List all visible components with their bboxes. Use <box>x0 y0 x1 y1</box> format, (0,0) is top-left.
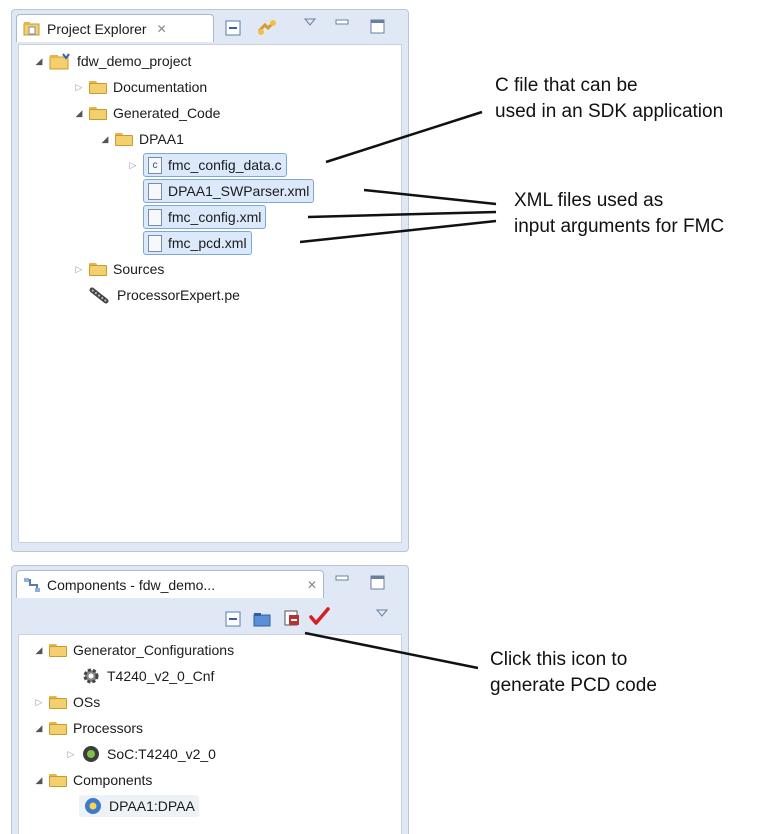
project-explorer-tree: ◢ fdw_demo_project ▷ Documentation ◢ Gen… <box>18 44 402 543</box>
folder-icon <box>49 695 67 709</box>
expanded-arrow-icon[interactable]: ◢ <box>33 56 45 67</box>
tree-item-label: Documentation <box>113 79 208 95</box>
tree-item-label: SoC:T4240_v2_0 <box>107 746 216 762</box>
folder-icon <box>49 721 67 735</box>
tree-item-label: fdw_demo_project <box>77 53 192 69</box>
tree-item-fdw-demo-project[interactable]: ◢ fdw_demo_project <box>33 49 191 73</box>
collapsed-arrow-icon[interactable]: ▷ <box>33 697 45 708</box>
tree-item-dpaa1-dpaa[interactable]: DPAA1:DPAA <box>79 794 199 818</box>
collapsed-arrow-icon[interactable]: ▷ <box>73 264 85 275</box>
expanded-arrow-icon[interactable]: ◢ <box>99 134 111 145</box>
maximize-icon[interactable] <box>368 17 386 35</box>
tree-item-generator-configurations[interactable]: ◢ Generator_Configurations <box>33 638 235 662</box>
tree-item-label: Generator_Configurations <box>73 642 235 658</box>
tree-item-documentation[interactable]: ▷ Documentation <box>73 75 208 99</box>
project-explorer-tabbar: Project Explorer ✕ <box>12 10 408 44</box>
annotation-c-file-line1: C file that can be <box>495 75 638 96</box>
annotation-click-icon-line2: generate PCD code <box>490 675 657 696</box>
components-tabbar: Components - fdw_demo... ✕ <box>12 566 408 600</box>
pe-file-icon <box>89 287 109 304</box>
annotation-c-file-line2: used in an SDK application <box>495 101 724 122</box>
tab-project-explorer[interactable]: Project Explorer ✕ <box>16 14 214 42</box>
link-with-editor-icon[interactable] <box>256 17 278 39</box>
close-icon[interactable]: ✕ <box>307 578 317 592</box>
tree-item-label: Generated_Code <box>113 105 221 121</box>
folder-icon <box>89 80 107 94</box>
annotation-xml-files-line2: input arguments for FMC <box>514 216 725 237</box>
open-folder-icon[interactable] <box>252 610 272 628</box>
tree-item-sources[interactable]: ▷ Sources <box>73 257 165 281</box>
components-panel: Components - fdw_demo... ✕ ◢ Generator_C… <box>11 565 409 834</box>
tree-item-label: Sources <box>113 261 165 277</box>
tree-item-label: fmc_config.xml <box>168 209 262 225</box>
folder-icon <box>89 106 107 120</box>
verify-check-icon[interactable] <box>308 606 330 628</box>
tab-components-label: Components - fdw_demo... <box>47 576 216 593</box>
tree-item-generated-code[interactable]: ◢ Generated_Code <box>73 101 221 125</box>
tree-item-fmc-config-xml[interactable]: fmc_config.xml <box>143 205 267 229</box>
components-tree: ◢ Generator_Configurations T4240_v2_0_Cn… <box>18 634 402 834</box>
tab-project-explorer-label: Project Explorer <box>47 20 147 37</box>
minimize-icon[interactable] <box>334 571 350 585</box>
project-explorer-panel: Project Explorer ✕ ◢ fdw_demo_project ▷ … <box>11 9 409 552</box>
expanded-arrow-icon[interactable]: ◢ <box>33 645 45 656</box>
tree-item-label: ProcessorExpert.pe <box>117 287 240 303</box>
annotation-click-icon-line1: Click this icon to <box>490 649 628 670</box>
tree-item-label: fmc_config_data.c <box>168 157 282 173</box>
tree-item-label: fmc_pcd.xml <box>168 235 247 251</box>
view-menu-icon[interactable] <box>374 606 390 620</box>
components-view-icon <box>24 577 40 592</box>
folder-icon <box>49 773 67 787</box>
project-folder-icon <box>49 52 70 69</box>
xml-file-icon <box>148 182 162 200</box>
tree-item-dpaa1-swparser-xml[interactable]: DPAA1_SWParser.xml <box>143 179 315 203</box>
tree-item-oss[interactable]: ▷ OSs <box>33 690 101 714</box>
tree-item-label: OSs <box>73 694 101 710</box>
annotation-xml-files-line1: XML files used as <box>514 190 664 211</box>
selected-item: c fmc_config_data.c <box>143 153 287 177</box>
tree-item-label: DPAA1 <box>139 131 184 147</box>
highlighted-item: DPAA1:DPAA <box>79 795 199 817</box>
tree-item-label: Components <box>73 772 153 788</box>
selected-item: fmc_config.xml <box>143 205 267 229</box>
generate-code-icon[interactable] <box>282 608 302 628</box>
collapsed-arrow-icon[interactable]: ▷ <box>65 749 77 760</box>
collapse-all-icon[interactable] <box>224 19 242 37</box>
selected-item: fmc_pcd.xml <box>143 231 252 255</box>
tree-item-label: Processors <box>73 720 144 736</box>
tree-item-fmc-pcd-xml[interactable]: fmc_pcd.xml <box>143 231 252 255</box>
collapsed-arrow-icon[interactable]: ▷ <box>73 82 85 93</box>
maximize-icon[interactable] <box>368 573 386 591</box>
tree-item-label: T4240_v2_0_Cnf <box>107 668 215 684</box>
expanded-arrow-icon[interactable]: ◢ <box>33 723 45 734</box>
xml-file-icon <box>148 234 162 252</box>
component-icon <box>85 798 101 814</box>
minimize-icon[interactable] <box>334 15 350 29</box>
tree-item-label: DPAA1_SWParser.xml <box>168 183 310 199</box>
project-explorer-icon <box>23 21 40 35</box>
processor-chip-icon <box>83 746 99 762</box>
tree-item-processor-expert-pe[interactable]: ProcessorExpert.pe <box>89 283 240 307</box>
expanded-arrow-icon[interactable]: ◢ <box>33 775 45 786</box>
expanded-arrow-icon[interactable]: ◢ <box>73 108 85 119</box>
selected-item: DPAA1_SWParser.xml <box>143 179 315 203</box>
folder-icon <box>89 262 107 276</box>
tree-item-label: DPAA1:DPAA <box>109 798 195 814</box>
collapse-all-icon[interactable] <box>224 610 242 628</box>
c-file-icon: c <box>148 156 162 174</box>
view-menu-icon[interactable] <box>302 15 318 29</box>
collapsed-arrow-icon[interactable]: ▷ <box>127 160 139 171</box>
tree-item-t4240-cnf[interactable]: T4240_v2_0_Cnf <box>81 664 214 688</box>
tab-components[interactable]: Components - fdw_demo... ✕ <box>16 570 324 598</box>
tree-item-soc-t4240[interactable]: ▷ SoC:T4240_v2_0 <box>65 742 216 766</box>
tree-item-processors[interactable]: ◢ Processors <box>33 716 144 740</box>
tree-item-fmc-config-data-c[interactable]: ▷ c fmc_config_data.c <box>127 153 287 177</box>
folder-icon <box>49 643 67 657</box>
close-icon[interactable]: ✕ <box>157 22 167 36</box>
folder-icon <box>115 132 133 146</box>
config-gear-icon <box>83 668 99 684</box>
tree-item-dpaa1[interactable]: ◢ DPAA1 <box>99 127 184 151</box>
xml-file-icon <box>148 208 162 226</box>
tree-item-components[interactable]: ◢ Components <box>33 768 153 792</box>
